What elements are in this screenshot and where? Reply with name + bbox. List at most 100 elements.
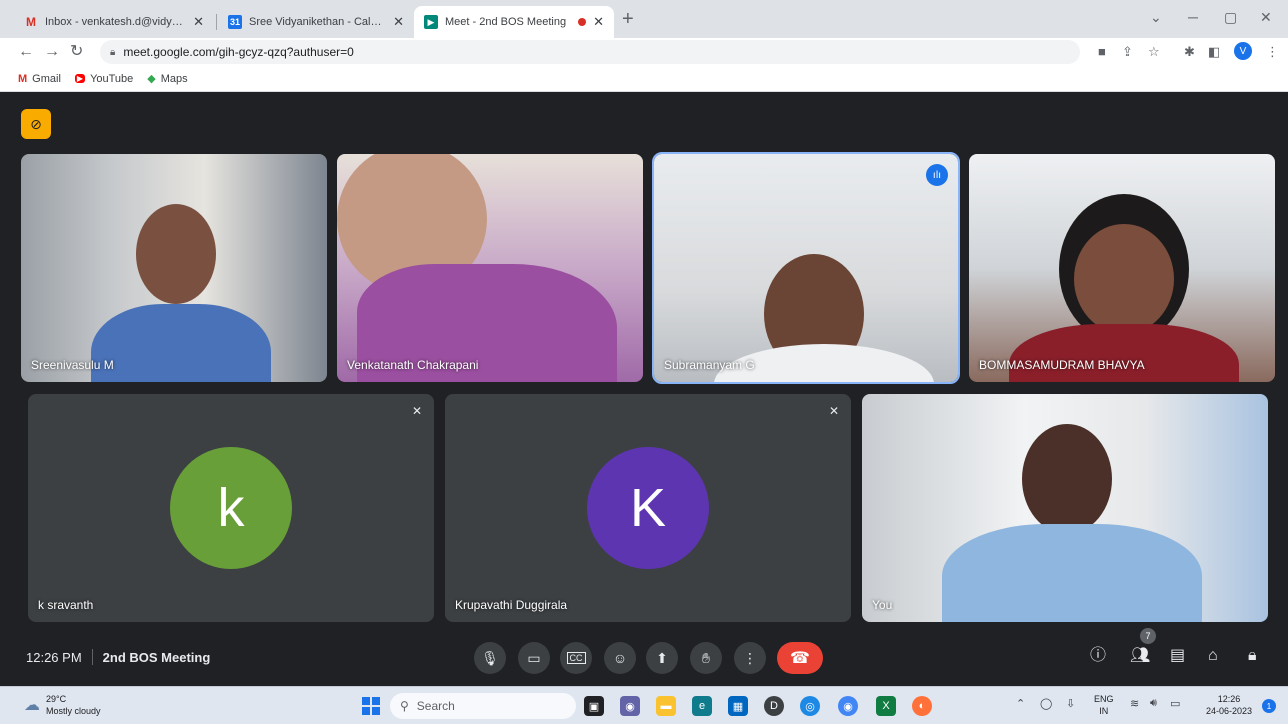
menu-icon[interactable]: ⋮ bbox=[1266, 44, 1279, 60]
camera-icon[interactable]: ■ bbox=[1098, 44, 1106, 60]
task-view-icon[interactable]: ▣ bbox=[584, 696, 604, 716]
gmail-icon: M bbox=[26, 15, 36, 29]
raise-hand-button[interactable]: ✋︎ bbox=[690, 642, 722, 674]
participant-tile[interactable]: ✕ k k sravanth bbox=[28, 394, 434, 622]
avatar-initial: k bbox=[217, 478, 245, 538]
bookmark-youtube[interactable]: ▶ YouTube bbox=[74, 73, 133, 85]
participant-tile[interactable]: BOMMASAMUDRAM BHAVYA bbox=[969, 154, 1275, 382]
browser-toolbar: ← → ↻ 🔒︎ meet.google.com/gih-gcyz-qzq?au… bbox=[0, 38, 1288, 66]
camera-off-icon[interactable]: ⊘ bbox=[21, 109, 51, 139]
host-controls-icon[interactable]: 🔒︎ bbox=[1248, 646, 1257, 666]
participant-tile[interactable]: Sreenivasulu M bbox=[21, 154, 327, 382]
tab-title: Inbox - venkatesh.d@vidyaniketh bbox=[45, 16, 186, 28]
bookmark-maps[interactable]: ◆ Maps bbox=[147, 72, 187, 86]
windows-start-icon[interactable] bbox=[362, 697, 380, 715]
volume-icon[interactable]: 🔊︎ bbox=[1150, 697, 1157, 710]
participant-tile[interactable]: ✕ K Krupavathi Duggirala bbox=[445, 394, 851, 622]
participant-tile[interactable]: You bbox=[862, 394, 1268, 622]
taskbar: ☁ 29°C Mostly cloudy ⚲ Search ▣ ◉ ▬ e ▦ … bbox=[0, 686, 1288, 724]
excel-icon[interactable]: X bbox=[876, 696, 896, 716]
mic-off-icon: ✕ bbox=[828, 404, 839, 418]
captions-button[interactable]: CC bbox=[560, 642, 592, 674]
tab-separator bbox=[216, 14, 217, 30]
participant-video bbox=[1074, 224, 1174, 334]
close-icon[interactable]: ✕ bbox=[393, 14, 404, 30]
language-indicator[interactable]: ENG IN bbox=[1094, 693, 1114, 717]
avatar: K bbox=[587, 447, 709, 569]
weather-widget[interactable]: ☁ 29°C Mostly cloudy bbox=[24, 693, 101, 717]
avatar: k bbox=[170, 447, 292, 569]
address-bar[interactable]: 🔒︎ meet.google.com/gih-gcyz-qzq?authuser… bbox=[100, 40, 1080, 64]
emoji-button[interactable]: ☺ bbox=[604, 642, 636, 674]
present-button[interactable]: ⬆ bbox=[646, 642, 678, 674]
chevron-down-icon[interactable]: ⌄ bbox=[1150, 9, 1162, 26]
participant-video bbox=[1022, 424, 1112, 534]
forward-icon[interactable]: → bbox=[44, 42, 60, 62]
tab-meet[interactable]: ▶ Meet - 2nd BOS Meeting ✕ bbox=[414, 6, 614, 38]
sidepanel-icon[interactable]: ◧ bbox=[1208, 44, 1220, 60]
chrome-icon[interactable]: ◉ bbox=[838, 696, 858, 716]
back-icon[interactable]: ← bbox=[18, 42, 34, 62]
chevron-up-icon[interactable]: ⌃ bbox=[1016, 697, 1025, 710]
notification-badge[interactable]: 1 bbox=[1262, 699, 1276, 713]
participant-video bbox=[91, 304, 271, 382]
mic-off-icon: ✕ bbox=[411, 404, 422, 418]
wifi-icon[interactable]: ≋ bbox=[1130, 697, 1139, 710]
edge-icon[interactable]: e bbox=[692, 696, 712, 716]
meeting-info: 12:26 PM 2nd BOS Meeting bbox=[26, 649, 210, 665]
tab-gmail[interactable]: M Inbox - venkatesh.d@vidyaniketh ✕ bbox=[14, 6, 214, 38]
minimize-icon[interactable]: ─ bbox=[1188, 9, 1198, 25]
participant-tile[interactable]: ıǀı Subramanyam G bbox=[652, 152, 960, 384]
emoji-icon: ☺ bbox=[612, 650, 628, 666]
tab-title: Meet - 2nd BOS Meeting bbox=[445, 16, 567, 28]
participant-tile[interactable]: Venkatanath Chakrapani bbox=[337, 154, 643, 382]
share-icon[interactable]: ⇪ bbox=[1122, 44, 1133, 60]
tab-calendar[interactable]: 31 Sree Vidyanikethan - Calendar - ✕ bbox=[218, 6, 414, 38]
extensions-icon[interactable]: ✱ bbox=[1184, 44, 1195, 60]
close-icon[interactable]: ✕ bbox=[593, 14, 604, 30]
leave-call-button[interactable]: ☎︎ bbox=[777, 642, 823, 674]
taskbar-search[interactable]: ⚲ Search bbox=[390, 693, 576, 719]
activities-icon[interactable]: ⌂ bbox=[1208, 646, 1218, 666]
participant-video bbox=[136, 204, 216, 304]
chat-icon[interactable]: ▤ bbox=[1170, 646, 1185, 666]
meet-area: ⊘ Sreenivasulu M Venkatanath Chakrapani … bbox=[0, 92, 1288, 686]
store-icon[interactable]: ▦ bbox=[728, 696, 748, 716]
maps-icon: ◆ bbox=[147, 73, 156, 85]
people-icon[interactable]: 👥︎ bbox=[1130, 646, 1150, 666]
participant-name: k sravanth bbox=[38, 598, 94, 612]
usb-icon[interactable]: ⇩ bbox=[1066, 697, 1075, 710]
more-options-button[interactable]: ⋮ bbox=[734, 642, 766, 674]
teams-icon[interactable]: ◉ bbox=[620, 696, 640, 716]
profile-avatar[interactable]: V bbox=[1234, 42, 1252, 60]
close-window-icon[interactable]: ✕ bbox=[1260, 9, 1272, 26]
maximize-icon[interactable]: ▢ bbox=[1224, 9, 1237, 26]
tab-strip: M Inbox - venkatesh.d@vidyaniketh ✕ 31 S… bbox=[0, 0, 1288, 38]
captions-icon: CC bbox=[566, 652, 586, 664]
camera-button[interactable]: ▭ bbox=[518, 642, 550, 674]
star-icon[interactable]: ☆ bbox=[1148, 44, 1160, 60]
close-icon[interactable]: ✕ bbox=[193, 14, 204, 30]
battery-icon[interactable]: ▭ bbox=[1170, 697, 1180, 710]
meeting-title: 2nd BOS Meeting bbox=[102, 649, 211, 665]
bookmark-gmail[interactable]: M Gmail bbox=[18, 73, 61, 85]
participant-name: Krupavathi Duggirala bbox=[455, 598, 568, 612]
present-icon: ⬆ bbox=[656, 649, 668, 666]
tray-icon[interactable]: ◯ bbox=[1040, 697, 1052, 710]
hangup-icon: ☎︎ bbox=[790, 650, 810, 667]
mic-button[interactable]: 🎙︎ bbox=[474, 642, 506, 674]
reload-icon[interactable]: ↻ bbox=[70, 42, 83, 62]
file-explorer-icon[interactable]: ▬ bbox=[656, 696, 676, 716]
app-icon[interactable]: ◎ bbox=[800, 696, 820, 716]
lock-icon: 🔒︎ bbox=[110, 46, 116, 58]
info-icon[interactable]: ⓘ bbox=[1090, 646, 1106, 666]
youtube-icon: ▶ bbox=[74, 74, 86, 83]
recording-icon bbox=[578, 18, 587, 26]
url-text: meet.google.com/gih-gcyz-qzq?authuser=0 bbox=[123, 45, 354, 59]
cloud-icon: ☁ bbox=[24, 697, 40, 714]
firefox-icon[interactable]: ◐ bbox=[912, 696, 932, 716]
gmail-icon: M bbox=[18, 72, 28, 85]
dell-icon[interactable]: D bbox=[764, 696, 784, 716]
new-tab-button[interactable]: + bbox=[622, 9, 634, 29]
clock[interactable]: 12:26 24-06-2023 bbox=[1206, 693, 1252, 717]
